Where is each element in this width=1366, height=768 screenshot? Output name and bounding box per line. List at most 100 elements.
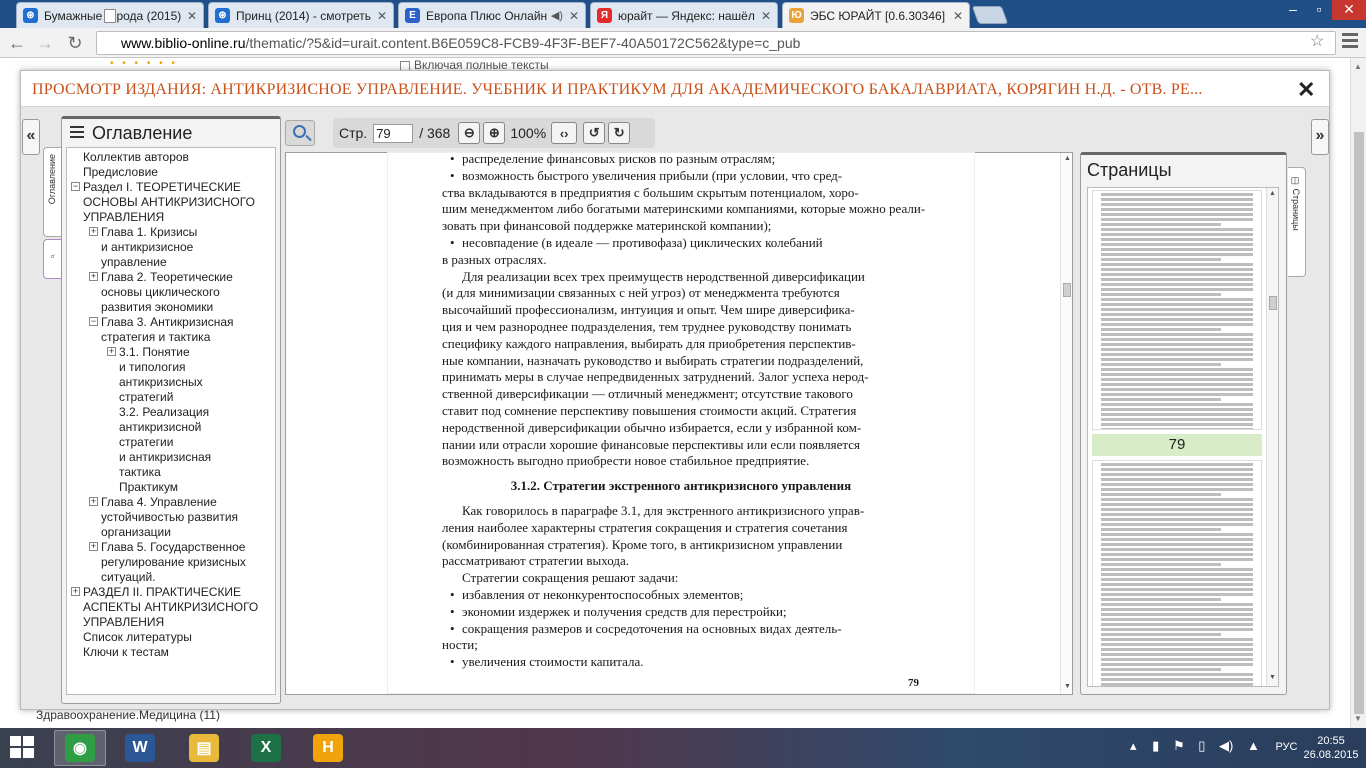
document-viewer[interactable]: • распределение финансовых рисков по разн… <box>285 152 1073 695</box>
browser-menu-icon[interactable] <box>1342 33 1358 51</box>
toc-item[interactable]: − Раздел I. ТЕОРЕТИЧЕСКИЕ <box>67 180 275 195</box>
toc-item[interactable]: Список литературы <box>67 630 275 645</box>
network-icon[interactable]: ▮ <box>1152 738 1159 753</box>
browser-tab[interactable]: Яюрайт — Яндекс: нашёлс ✕ <box>590 2 778 28</box>
toc-item[interactable]: и антикризисное <box>67 240 275 255</box>
toc-item[interactable]: + Глава 4. Управление <box>67 495 275 510</box>
rotate-right-button[interactable]: ↻ <box>608 122 631 144</box>
toc-item[interactable]: устойчивостью развития <box>67 510 275 525</box>
taskbar-app-chrome[interactable]: ◉ <box>54 730 106 766</box>
toc-item[interactable]: развития экономики <box>67 300 275 315</box>
volume-icon[interactable]: ◀) <box>1219 738 1233 753</box>
expand-icon[interactable]: + <box>71 587 80 596</box>
tab-close-icon[interactable]: ✕ <box>377 9 387 23</box>
toc-item[interactable]: и типология <box>67 360 275 375</box>
page-thumbnail[interactable] <box>1092 190 1262 430</box>
toc-item[interactable]: + Глава 2. Теоретические <box>67 270 275 285</box>
page-scroll-down-icon[interactable]: ▼ <box>1354 714 1362 723</box>
toc-item[interactable]: регулирование кризисных <box>67 555 275 570</box>
browser-tab[interactable]: ⊛ Принц (2014) - смотреть ✕ <box>208 2 394 28</box>
browser-tab[interactable]: E Европа Плюс Онлайн ◀) ✕ <box>398 2 586 28</box>
toc-item[interactable]: стратегии <box>67 435 275 450</box>
search-side-tab[interactable]: ⌕ <box>43 239 61 279</box>
rotate-left-button[interactable]: ↺ <box>583 122 606 144</box>
tab-close-icon[interactable]: ✕ <box>569 9 579 23</box>
forward-button[interactable]: → <box>34 32 56 54</box>
pages-scroll-thumb[interactable] <box>1269 296 1277 310</box>
taskbar-app-word[interactable]: W <box>114 730 166 766</box>
toc-item[interactable]: Коллектив авторов <box>67 150 275 165</box>
viewer-scroll-thumb[interactable] <box>1063 283 1071 297</box>
pages-scroll-down-icon[interactable]: ▼ <box>1269 674 1276 681</box>
wifi-icon[interactable]: ▲ <box>1247 738 1260 753</box>
tab-close-icon[interactable]: ✕ <box>953 9 963 23</box>
tray-arrow-icon[interactable]: ▴ <box>1130 738 1137 753</box>
toc-item[interactable]: ОСНОВЫ АНТИКРИЗИСНОГО <box>67 195 275 210</box>
bookmark-star-icon[interactable]: ☆ <box>1310 31 1324 51</box>
pages-side-tab[interactable]: ◫ Страницы <box>1288 167 1306 277</box>
collapse-right-button[interactable]: » <box>1311 119 1329 155</box>
pages-scroll-up-icon[interactable]: ▲ <box>1269 190 1276 197</box>
page-number-input[interactable]: 79 <box>373 123 414 143</box>
expand-icon[interactable]: + <box>89 497 98 506</box>
flag-icon[interactable]: ⚑ <box>1173 738 1185 753</box>
toc-item[interactable]: − Глава 3. Антикризисная <box>67 315 275 330</box>
collapse-left-button[interactable]: « <box>22 119 40 155</box>
toc-item[interactable]: + РАЗДЕЛ II. ПРАКТИЧЕСКИЕ <box>67 585 275 600</box>
thumbnail-page-number[interactable]: 79 <box>1092 434 1262 456</box>
scroll-down-icon[interactable]: ▼ <box>1064 683 1071 690</box>
back-button[interactable]: ← <box>6 32 28 54</box>
new-tab-button[interactable] <box>971 6 1009 24</box>
reload-button[interactable]: ↻ <box>64 32 86 54</box>
toc-item[interactable]: антикризисных <box>67 375 275 390</box>
taskbar-app-app-h[interactable]: H <box>302 730 354 766</box>
language-indicator[interactable]: РУС <box>1275 741 1297 753</box>
page-thumbnail[interactable] <box>1092 460 1262 686</box>
zoom-out-button[interactable]: ⊖ <box>458 122 481 144</box>
page-scroll-up-icon[interactable]: ▲ <box>1354 62 1362 71</box>
viewer-scrollbar[interactable]: ▲ ▼ <box>1060 153 1072 694</box>
toc-item[interactable]: УПРАВЛЕНИЯ <box>67 210 275 225</box>
toc-item[interactable]: Ключи к тестам <box>67 645 275 660</box>
toc-item[interactable]: + Глава 5. Государственное <box>67 540 275 555</box>
toc-item[interactable]: управление <box>67 255 275 270</box>
taskbar-app-excel[interactable]: X <box>240 730 292 766</box>
battery-icon[interactable]: ▯ <box>1198 738 1205 753</box>
close-icon[interactable]: ✕ <box>1297 77 1315 103</box>
collapse-icon[interactable]: − <box>71 182 80 191</box>
address-bar[interactable]: www.biblio-online.ru/thematic/?5&id=urai… <box>96 31 1336 55</box>
toc-item[interactable]: УПРАВЛЕНИЯ <box>67 615 275 630</box>
taskbar-app-explorer[interactable]: ▤ <box>178 730 230 766</box>
toc-item[interactable]: Предисловие <box>67 165 275 180</box>
clock[interactable]: 20:55 26.08.2015 <box>1300 734 1362 762</box>
toc-item[interactable]: ситуаций. <box>67 570 275 585</box>
expand-icon[interactable]: + <box>89 542 98 551</box>
page-scrollbar[interactable]: ▲ ▼ <box>1350 58 1366 728</box>
start-button[interactable] <box>10 736 36 760</box>
fit-width-button[interactable]: ‹› <box>551 122 578 144</box>
page-scroll-thumb[interactable] <box>1354 132 1364 714</box>
search-button[interactable] <box>285 120 315 146</box>
tab-close-icon[interactable]: ✕ <box>761 9 771 23</box>
toc-item[interactable]: антикризисной <box>67 420 275 435</box>
minimize-window-button[interactable]: – <box>1280 0 1306 20</box>
toc-item[interactable]: + Глава 1. Кризисы <box>67 225 275 240</box>
toc-item[interactable]: Практикум <box>67 480 275 495</box>
toc-item[interactable]: +3.1. Понятие <box>67 345 275 360</box>
browser-tab[interactable]: Ю ЭБС ЮРАЙТ [0.6.30346] ✕ <box>782 2 970 28</box>
tab-close-icon[interactable]: ✕ <box>187 9 197 23</box>
toc-item[interactable]: тактика <box>67 465 275 480</box>
collapse-icon[interactable]: − <box>89 317 98 326</box>
toc-side-tab[interactable]: Оглавление <box>43 147 61 237</box>
zoom-in-button[interactable]: ⊕ <box>483 122 506 144</box>
category-link[interactable]: Здравоохранение.Медицина (11) <box>36 708 220 722</box>
toc-item[interactable]: и антикризисная <box>67 450 275 465</box>
maximize-window-button[interactable]: ▫ <box>1306 0 1332 20</box>
expand-icon[interactable]: + <box>89 227 98 236</box>
toc-item[interactable]: основы циклического <box>67 285 275 300</box>
expand-icon[interactable]: + <box>107 347 116 356</box>
scroll-up-icon[interactable]: ▲ <box>1064 155 1071 162</box>
expand-icon[interactable]: + <box>89 272 98 281</box>
toc-item[interactable]: 3.2. Реализация <box>67 405 275 420</box>
tab-audio-icon[interactable]: ◀) <box>551 9 563 22</box>
